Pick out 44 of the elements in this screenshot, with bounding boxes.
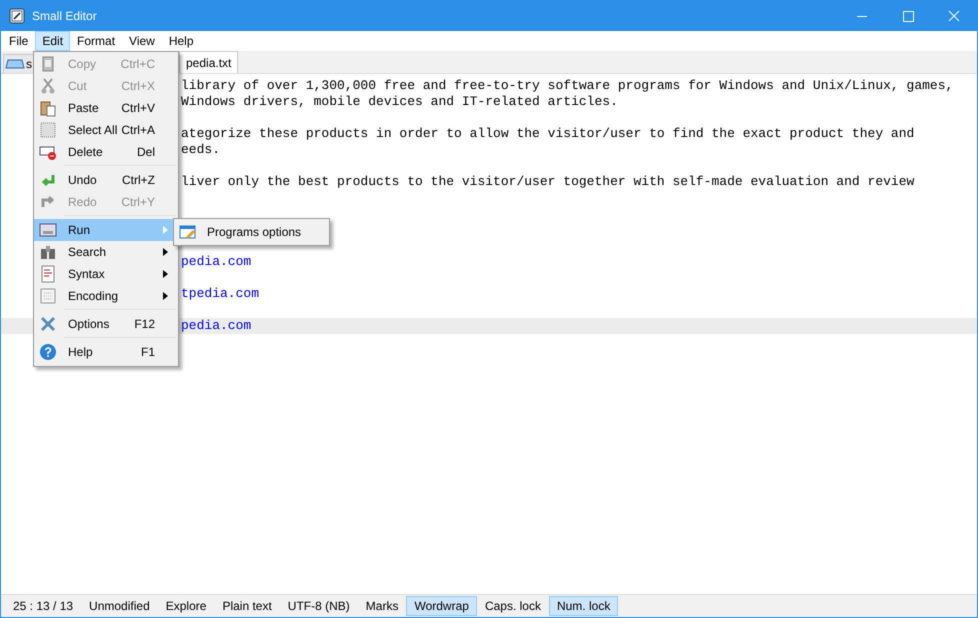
status-label: Marks	[364, 598, 400, 615]
submenu-arrow-icon	[163, 248, 168, 256]
menu-entry[interactable]: Delete Del	[34, 141, 178, 163]
status-label: Unmodified	[88, 598, 151, 615]
submenu-arrow-icon	[163, 226, 168, 234]
menu-entry[interactable]: Search	[34, 241, 178, 263]
status-label: UTF-8 (NB)	[286, 598, 351, 615]
link[interactable]: pedia.com	[181, 254, 252, 269]
submenu-arrow-icon	[163, 270, 168, 278]
menu-item[interactable]: Help	[162, 31, 201, 51]
menu-item[interactable]: View	[122, 31, 162, 51]
link[interactable]: pedia.com	[181, 318, 252, 333]
status-label: Caps. lock	[484, 598, 542, 615]
window-pencil-icon	[179, 223, 197, 241]
menu-entry[interactable]: Paste Ctrl+V	[34, 97, 178, 119]
menu-entry[interactable]: Syntax	[34, 263, 178, 285]
drive-icon	[5, 58, 25, 70]
text-line: eeds.	[181, 142, 220, 157]
status-label: Num. lock	[548, 596, 618, 616]
binoculars-icon	[39, 243, 57, 261]
status-label: Wordwrap	[406, 596, 477, 616]
text-line: liver only the best products to the visitor/user together with self-made evaluation and review	[181, 174, 914, 189]
menu-item[interactable]: File	[2, 31, 36, 51]
menu-entry[interactable]: Options F12	[34, 313, 178, 335]
menu-item[interactable]: Format	[70, 31, 122, 51]
menu-entry[interactable]: Programs options	[174, 221, 330, 243]
menu-entry[interactable]: Encoding	[34, 285, 178, 307]
submenu-arrow-icon	[163, 292, 168, 300]
menu-entry[interactable]: Select All Ctrl+A	[34, 119, 178, 141]
status-label: Plain text	[221, 598, 273, 615]
text-line: ategorize these products in order to allow the visitor/user to find the exact product they and	[181, 126, 914, 141]
menu-entry[interactable]: Undo Ctrl+Z	[34, 169, 178, 191]
app-icon	[9, 8, 25, 24]
status-label: 25 : 13 / 13	[12, 598, 74, 615]
text-line: library of over 1,300,000 free and free-to-try software programs for Windows and Unix/Linux, games,	[181, 78, 954, 93]
menu-item[interactable]: Edit	[35, 31, 70, 51]
window-title: Small Editor	[32, 9, 98, 23]
link[interactable]: tpedia.com	[181, 286, 260, 301]
text-line: Windows drivers, mobile devices and IT-related articles.	[181, 94, 618, 109]
help-icon	[39, 343, 57, 361]
status-label: Explore	[164, 598, 208, 615]
scissors-icon	[39, 77, 57, 95]
file-tab[interactable]: pedia.txt	[179, 51, 238, 73]
menu-entry[interactable]: Help F1	[34, 341, 178, 363]
